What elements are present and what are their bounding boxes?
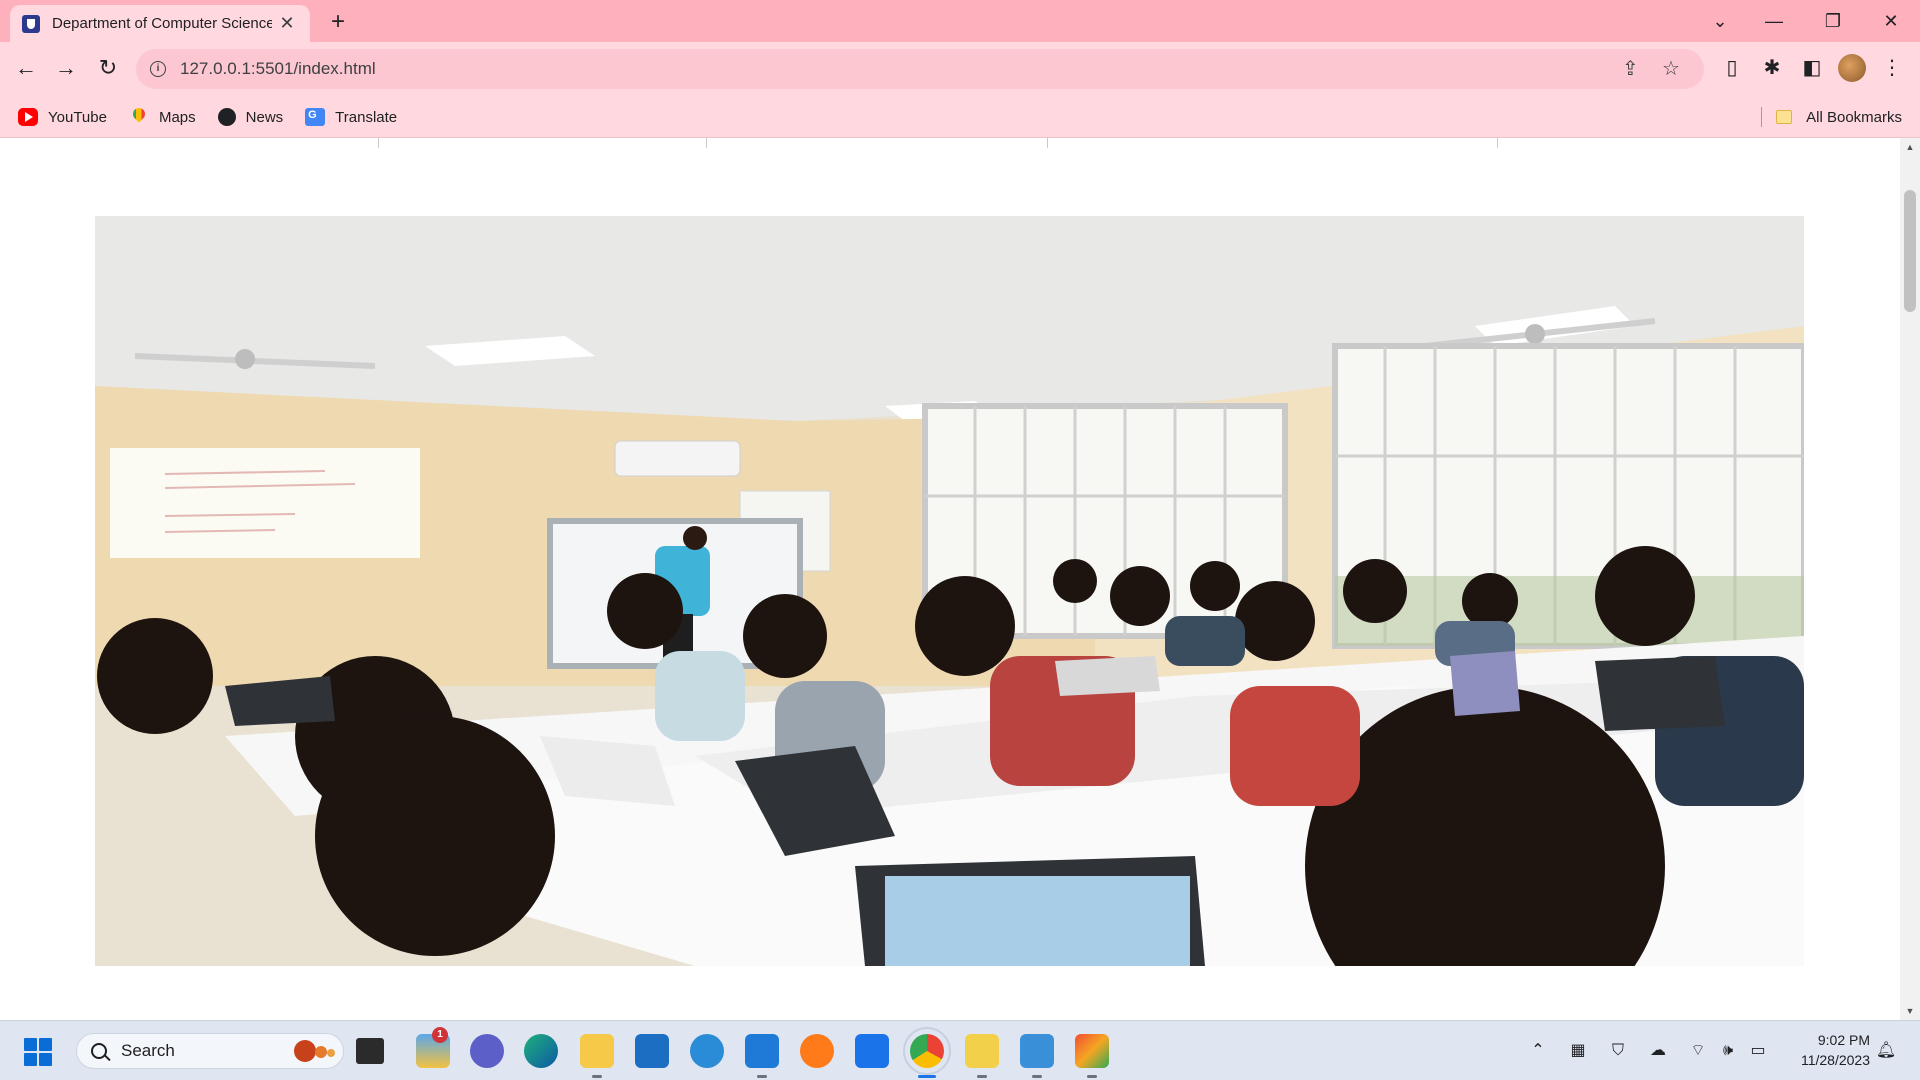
bookmark-label: Translate	[335, 108, 398, 126]
page-scrollbar[interactable]: ▲ ▼	[1900, 138, 1920, 1020]
notepad-icon[interactable]	[1020, 1034, 1054, 1068]
wifi-icon[interactable]: ⌔	[1686, 1039, 1710, 1063]
nav-divider	[378, 138, 379, 148]
browser-tab-active[interactable]: Department of Computer Science ✕	[10, 5, 310, 42]
vscode-icon[interactable]	[745, 1034, 779, 1068]
battery-icon[interactable]: ▭	[1746, 1039, 1770, 1063]
bookmark-label: Maps	[158, 108, 196, 126]
forward-button[interactable]: →	[48, 50, 84, 86]
bookmark-maps[interactable]: Maps	[129, 108, 196, 126]
active-indicator	[918, 1075, 936, 1078]
teams-chat-icon[interactable]	[470, 1034, 504, 1068]
site-info-icon[interactable]: i	[150, 61, 166, 77]
all-bookmarks-label: All Bookmarks	[1806, 108, 1902, 126]
search-label: Search	[121, 1041, 175, 1060]
bookmarks-divider	[1761, 107, 1763, 127]
close-window-button[interactable]: ✕	[1871, 4, 1911, 38]
minimize-button[interactable]: —	[1754, 4, 1794, 38]
hero-classroom-image	[95, 216, 1804, 966]
new-tab-button[interactable]: +	[324, 8, 352, 36]
url-text[interactable]: 127.0.0.1:5501/index.html	[180, 59, 376, 79]
bookmark-label: YouTube	[48, 108, 107, 126]
profile-avatar[interactable]	[1838, 54, 1866, 82]
onedrive-cloud-icon[interactable]: ☁	[1646, 1039, 1670, 1063]
scroll-down-arrow-icon[interactable]: ▼	[1900, 1002, 1920, 1020]
app-icon[interactable]	[800, 1034, 834, 1068]
all-bookmarks-button[interactable]: All Bookmarks	[1761, 96, 1902, 138]
bookmark-news[interactable]: News	[217, 108, 284, 126]
nav-divider	[1047, 138, 1048, 148]
back-button[interactable]: ←	[8, 50, 44, 86]
sticky-notes-icon[interactable]	[965, 1034, 999, 1068]
running-indicator	[1032, 1075, 1042, 1078]
share-icon[interactable]: ⇪	[1622, 49, 1639, 89]
task-view-icon[interactable]	[356, 1038, 384, 1064]
nav-bar-remnant	[0, 138, 1900, 148]
scroll-up-arrow-icon[interactable]: ▲	[1900, 138, 1920, 156]
git-tool-icon[interactable]	[1075, 1034, 1109, 1068]
folder-icon	[1776, 110, 1793, 124]
tab-search-icon[interactable]: ⌄	[1700, 4, 1740, 38]
youtube-icon	[18, 108, 38, 126]
translate-icon	[305, 108, 326, 126]
microsoft-store-icon[interactable]	[635, 1034, 669, 1068]
reading-mode-icon[interactable]: ▯	[1716, 52, 1748, 84]
site-favicon-icon	[22, 14, 40, 33]
notification-badge: 1	[432, 1027, 448, 1043]
maps-icon	[129, 108, 149, 126]
office-tray-icon[interactable]: ▦	[1566, 1039, 1590, 1063]
clock-time: 9:02 PM	[1817, 1032, 1870, 1048]
volume-icon[interactable]: 🕪	[1716, 1039, 1740, 1063]
extensions-icon[interactable]: ✱	[1756, 52, 1788, 84]
nav-divider	[706, 138, 707, 148]
bookmark-youtube[interactable]: YouTube	[18, 108, 107, 126]
scrollbar-thumb[interactable]	[1904, 190, 1916, 312]
notification-bell-icon[interactable]: 🔔︎	[1874, 1039, 1898, 1063]
browser-toolbar: ← → ↻ i 127.0.0.1:5501/index.html ⇪ ☆ ▯ …	[0, 42, 1920, 138]
windows-taskbar: Search 1 ⌃ ▦ ⛉ ☁ ⌔ 🕪 ▭ 9:02 PM 11/28/202…	[0, 1020, 1920, 1080]
tab-title: Department of Computer Science	[52, 15, 272, 32]
running-indicator	[592, 1075, 602, 1078]
search-icon	[91, 1043, 107, 1059]
bookmark-translate[interactable]: Translate	[305, 108, 397, 126]
page-viewport	[0, 138, 1900, 1020]
news-icon	[217, 108, 236, 126]
nav-divider	[1497, 138, 1498, 148]
clock-date: 11/28/2023	[1800, 1052, 1870, 1068]
chrome-icon[interactable]	[903, 1027, 951, 1075]
running-indicator	[757, 1075, 767, 1078]
help-app-icon[interactable]	[690, 1034, 724, 1068]
running-indicator	[977, 1075, 987, 1078]
running-indicator	[1087, 1075, 1097, 1078]
security-shield-icon[interactable]: ⛉	[1606, 1039, 1630, 1063]
bookmarks-bar: YouTube Maps News Translate All Bookmark…	[0, 96, 1920, 138]
browser-titlebar: Department of Computer Science ✕ + ⌄ — ❐…	[0, 0, 1920, 42]
start-menu-icon[interactable]	[24, 1038, 52, 1066]
restore-button[interactable]: ❐	[1813, 4, 1853, 38]
browser-menu-icon[interactable]: ⋮	[1876, 52, 1908, 84]
search-highlight-icon	[294, 1040, 335, 1062]
classroom-illustration	[95, 216, 1804, 966]
tab-close-icon[interactable]: ✕	[276, 13, 298, 34]
reload-button[interactable]: ↻	[90, 50, 126, 86]
taskbar-search-box[interactable]: Search	[76, 1033, 344, 1069]
address-bar[interactable]: i 127.0.0.1:5501/index.html ⇪ ☆	[136, 49, 1704, 89]
side-panel-icon[interactable]: ◧	[1796, 52, 1828, 84]
show-hidden-icons-chevron-icon[interactable]: ⌃	[1526, 1039, 1550, 1063]
file-explorer-icon[interactable]	[580, 1034, 614, 1068]
system-clock[interactable]: 9:02 PM 11/28/2023	[1780, 1030, 1870, 1070]
edge-browser-icon[interactable]	[524, 1034, 558, 1068]
remote-desktop-icon[interactable]	[855, 1034, 889, 1068]
bookmark-star-icon[interactable]: ☆	[1662, 49, 1680, 89]
bookmark-label: News	[245, 108, 284, 126]
